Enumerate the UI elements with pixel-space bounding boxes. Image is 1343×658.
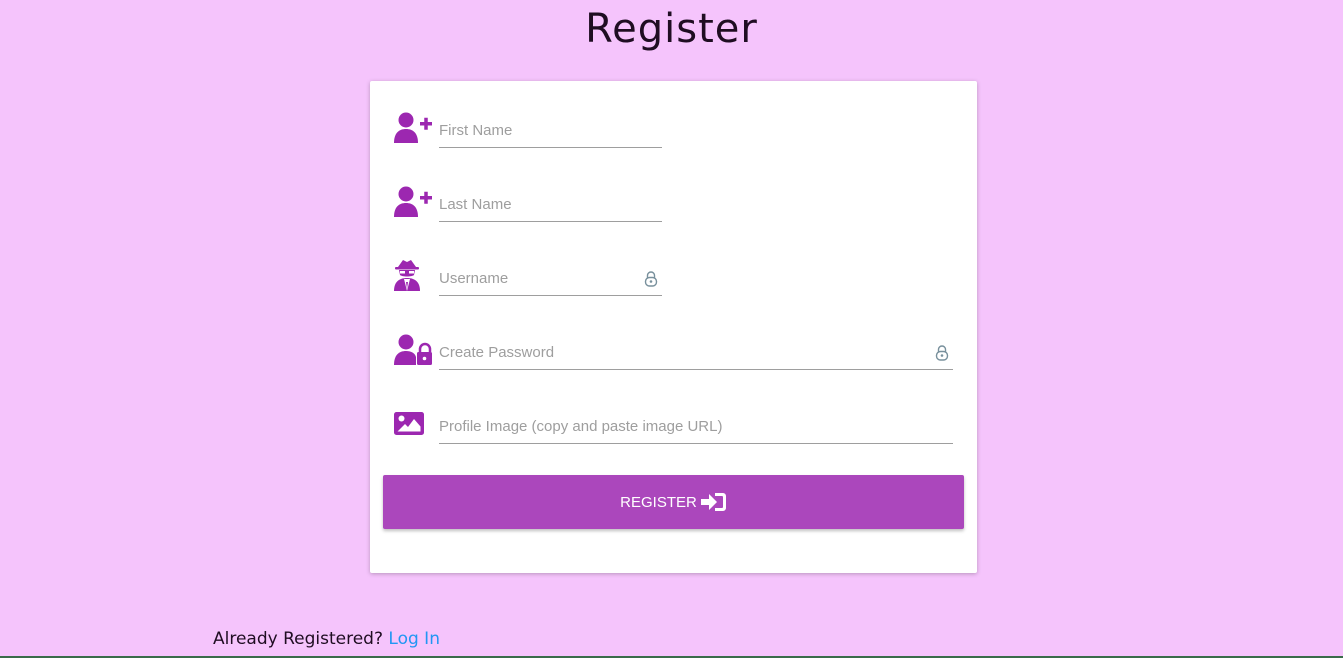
user-secret-icon — [394, 260, 420, 291]
register-card: REGISTER — [370, 81, 977, 573]
page-title: Register — [585, 6, 758, 52]
password-input[interactable] — [439, 335, 953, 369]
username-underline — [439, 261, 662, 296]
password-underline — [439, 335, 953, 370]
lock-icon — [644, 271, 658, 287]
user-lock-icon — [394, 334, 432, 365]
first-name-underline — [439, 113, 662, 148]
login-link[interactable]: Log In — [388, 629, 440, 649]
register-button[interactable]: REGISTER — [383, 475, 964, 529]
sign-in-icon — [700, 493, 726, 511]
profile-image-input[interactable] — [439, 409, 953, 443]
lock-icon — [935, 345, 949, 361]
register-button-label: REGISTER — [620, 493, 697, 511]
last-name-underline — [439, 187, 662, 222]
user-plus-icon — [394, 112, 432, 143]
last-name-input[interactable] — [439, 187, 662, 221]
first-name-input[interactable] — [439, 113, 662, 147]
login-prompt-text: Already Registered? — [213, 629, 383, 649]
image-icon — [394, 412, 424, 435]
username-input[interactable] — [439, 261, 662, 295]
login-prompt: Already Registered? Log In — [213, 629, 440, 649]
profile-image-underline — [439, 409, 953, 444]
user-plus-icon — [394, 186, 432, 217]
